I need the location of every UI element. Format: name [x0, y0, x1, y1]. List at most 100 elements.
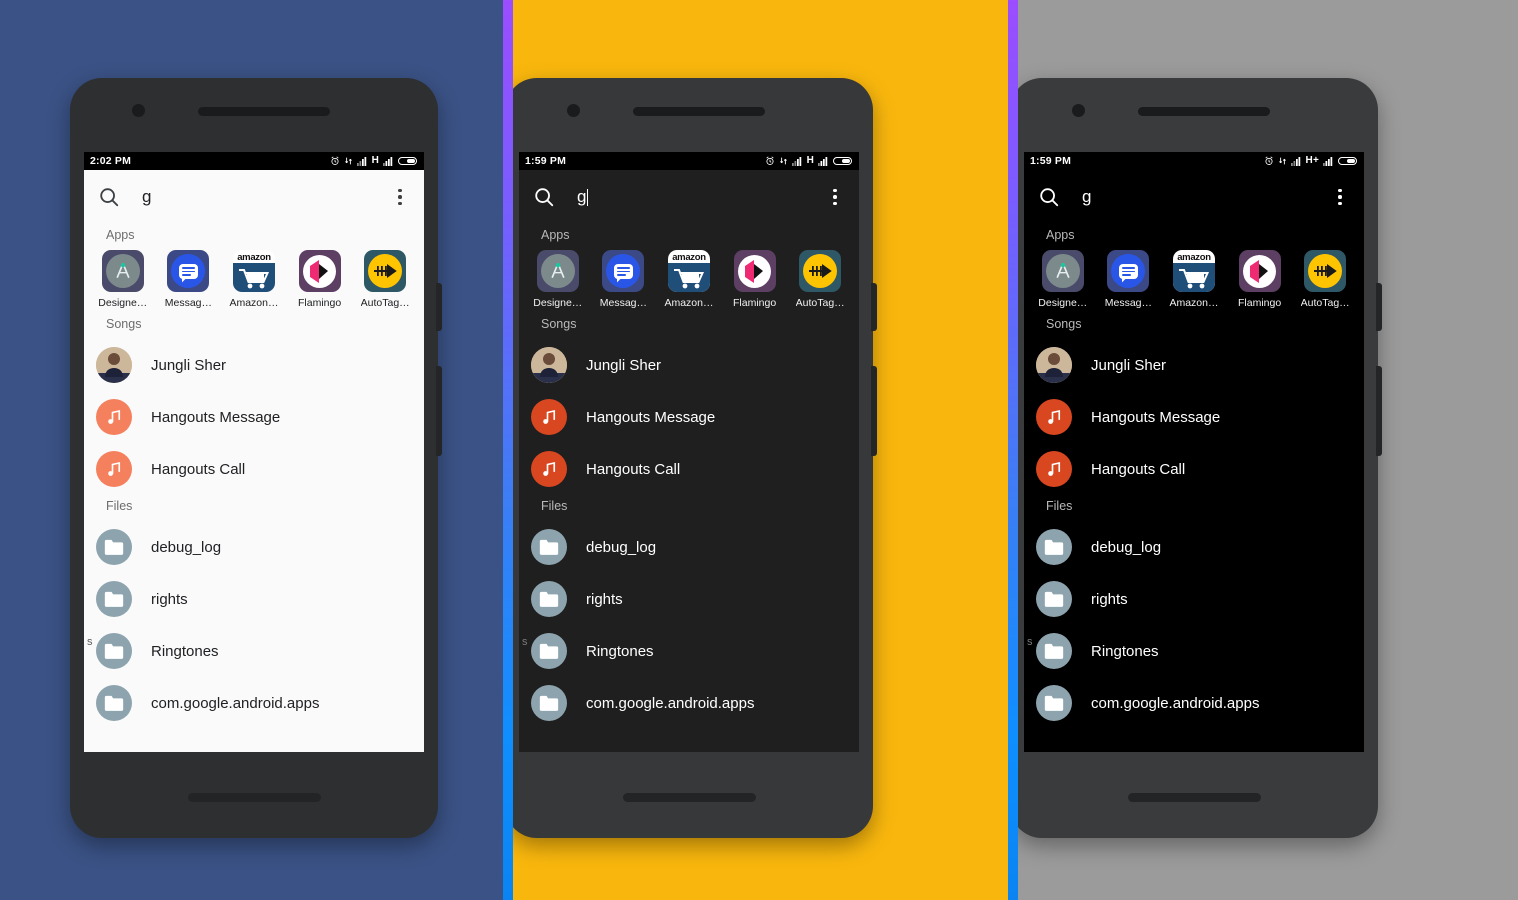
- list-item-file[interactable]: com.google.android.apps: [519, 677, 859, 729]
- list-item-file[interactable]: rights: [1024, 573, 1364, 625]
- section-header-files: Files: [541, 499, 568, 513]
- app-item-flamingo[interactable]: Flamingo: [726, 250, 784, 309]
- search-bar[interactable]: g: [84, 170, 424, 224]
- search-input[interactable]: g: [142, 187, 390, 207]
- app-item-flamingo[interactable]: Flamingo: [291, 250, 349, 309]
- music-note-icon: [1036, 399, 1072, 435]
- music-note-icon: [531, 399, 567, 435]
- volume-button[interactable]: [871, 366, 877, 456]
- section-header-apps: Apps: [541, 228, 570, 242]
- app-item-autotag[interactable]: AutoTag…: [1296, 250, 1354, 309]
- edge-glyph: s: [1027, 636, 1033, 648]
- search-bar[interactable]: g: [519, 170, 859, 224]
- search-results-window: g Apps Designe… Messag… amazon Amazon… F…: [519, 170, 859, 752]
- file-name: debug_log: [1091, 538, 1162, 556]
- search-input[interactable]: g: [1082, 187, 1330, 207]
- list-item-file[interactable]: rights: [519, 573, 859, 625]
- panel-dark-theme: 1:59 PM H g Apps Designe… Messag… amazon…: [505, 0, 1010, 900]
- flamingo-icon: [298, 250, 341, 292]
- volume-button[interactable]: [436, 366, 442, 456]
- alarm-icon: [1264, 156, 1274, 166]
- list-item-song[interactable]: Hangouts Call: [1024, 443, 1364, 495]
- song-title: Hangouts Call: [151, 460, 246, 478]
- app-label: AutoTag…: [795, 297, 845, 309]
- app-item-amazon[interactable]: amazon Amazon…: [660, 250, 718, 309]
- app-item-designer[interactable]: Designe…: [1034, 250, 1092, 309]
- file-name: com.google.android.apps: [151, 694, 320, 712]
- music-note-icon: [1036, 451, 1072, 487]
- designer-tools-icon: [1041, 250, 1084, 292]
- folder-icon: [531, 529, 567, 565]
- app-item-designer[interactable]: Designe…: [529, 250, 587, 309]
- app-label: Messag…: [164, 297, 213, 309]
- list-item-file[interactable]: Ringtones: [84, 625, 424, 677]
- amazon-wordmark: amazon: [672, 252, 706, 263]
- app-item-amazon[interactable]: amazon Amazon…: [1165, 250, 1223, 309]
- panel-divider-2: [1008, 0, 1018, 900]
- album-art: [96, 347, 132, 383]
- file-name: com.google.android.apps: [586, 694, 755, 712]
- folder-icon: [96, 581, 132, 617]
- messages-icon: [602, 250, 645, 292]
- three-phone-mockup: 2:02 PM H g Apps Designe… Messag… amazon…: [0, 0, 1518, 900]
- app-item-flamingo[interactable]: Flamingo: [1231, 250, 1289, 309]
- app-item-messages[interactable]: Messag…: [159, 250, 217, 309]
- kebab-menu-icon[interactable]: [1330, 186, 1350, 208]
- list-item-file[interactable]: com.google.android.apps: [84, 677, 424, 729]
- list-item-file[interactable]: Ringtones: [519, 625, 859, 677]
- list-item-song[interactable]: Hangouts Message: [84, 391, 424, 443]
- list-item-file[interactable]: debug_log: [1024, 521, 1364, 573]
- search-query: g: [577, 187, 587, 206]
- designer-tools-icon: [536, 250, 579, 292]
- volume-button[interactable]: [1376, 366, 1382, 456]
- app-item-designer[interactable]: Designe…: [94, 250, 152, 309]
- earpiece-speaker: [633, 107, 765, 116]
- list-item-song[interactable]: Jungli Sher: [519, 339, 859, 391]
- search-bar[interactable]: g: [1024, 170, 1364, 224]
- kebab-menu-icon[interactable]: [825, 186, 845, 208]
- power-button[interactable]: [436, 283, 442, 331]
- vibrate-icon: [344, 156, 353, 166]
- edge-glyph: s: [87, 636, 93, 648]
- battery-icon: [1338, 156, 1358, 166]
- list-item-file[interactable]: debug_log: [519, 521, 859, 573]
- app-item-autotag[interactable]: AutoTag…: [791, 250, 849, 309]
- song-title: Hangouts Call: [586, 460, 681, 478]
- song-title: Hangouts Message: [586, 408, 716, 426]
- list-item-song[interactable]: Hangouts Message: [1024, 391, 1364, 443]
- list-item-file[interactable]: com.google.android.apps: [1024, 677, 1364, 729]
- folder-icon: [1036, 633, 1072, 669]
- file-name: rights: [1091, 590, 1128, 608]
- list-item-song[interactable]: Hangouts Call: [84, 443, 424, 495]
- power-button[interactable]: [871, 283, 877, 331]
- power-button[interactable]: [1376, 283, 1382, 331]
- file-name: debug_log: [586, 538, 657, 556]
- panel-amoled-theme: 1:59 PM H+ g Apps Designe… Messag… amazo…: [1010, 0, 1518, 900]
- app-item-autotag[interactable]: AutoTag…: [356, 250, 414, 309]
- app-item-messages[interactable]: Messag…: [1099, 250, 1157, 309]
- list-item-song[interactable]: Hangouts Message: [519, 391, 859, 443]
- list-item-song[interactable]: Hangouts Call: [519, 443, 859, 495]
- phone-screen: 2:02 PM H g Apps Designe… Messag… amazon…: [84, 152, 424, 752]
- phone-body: 2:02 PM H g Apps Designe… Messag… amazon…: [70, 78, 442, 838]
- signal-bars-icon: [818, 156, 829, 166]
- status-time: 2:02 PM: [90, 155, 132, 167]
- search-input[interactable]: g: [577, 187, 825, 207]
- list-item-song[interactable]: Jungli Sher: [84, 339, 424, 391]
- list-item-file[interactable]: Ringtones: [1024, 625, 1364, 677]
- flamingo-icon: [1238, 250, 1281, 292]
- app-label: Designe…: [98, 297, 148, 309]
- list-item-song[interactable]: Jungli Sher: [1024, 339, 1364, 391]
- app-item-amazon[interactable]: amazon Amazon…: [225, 250, 283, 309]
- status-bar: 1:59 PM H: [519, 152, 859, 170]
- kebab-menu-icon[interactable]: [390, 186, 410, 208]
- file-name: Ringtones: [586, 642, 654, 660]
- list-item-file[interactable]: debug_log: [84, 521, 424, 573]
- panel-light-theme: 2:02 PM H g Apps Designe… Messag… amazon…: [0, 0, 505, 900]
- app-item-messages[interactable]: Messag…: [594, 250, 652, 309]
- signal-bars-icon: [383, 156, 394, 166]
- app-label: Messag…: [599, 297, 648, 309]
- search-results-window: g Apps Designe… Messag… amazon Amazon… F…: [1024, 170, 1364, 752]
- list-item-file[interactable]: rights: [84, 573, 424, 625]
- status-bar: 2:02 PM H: [84, 152, 424, 170]
